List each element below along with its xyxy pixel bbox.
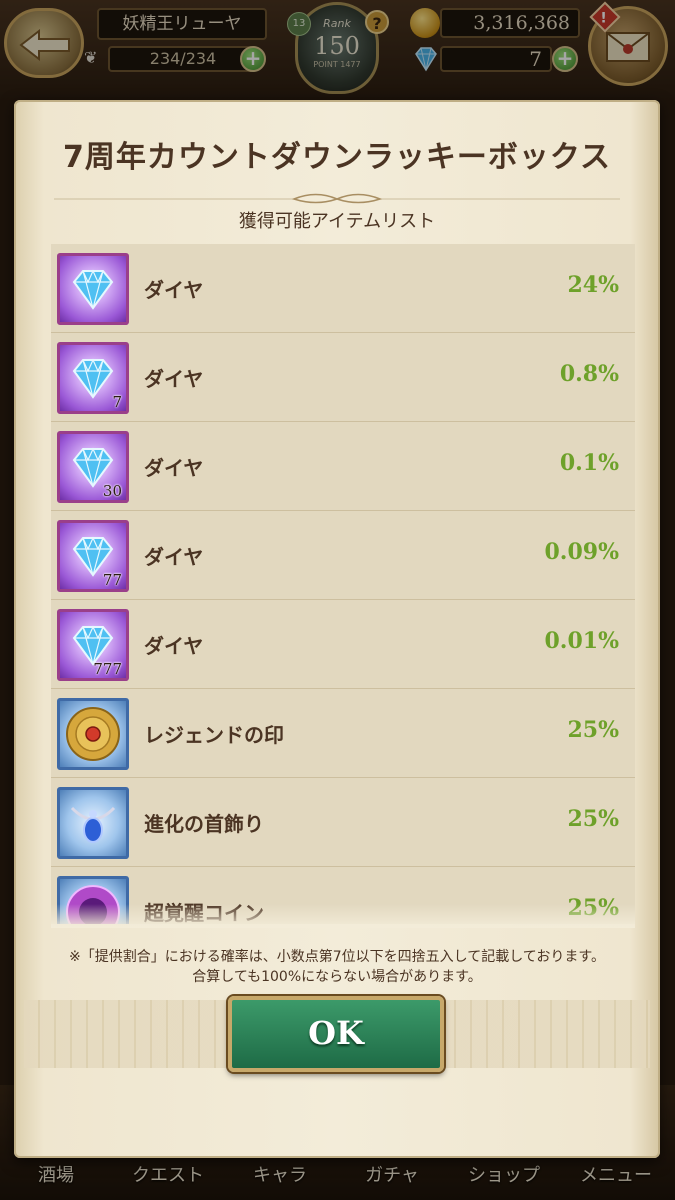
item-rate: 24%: [567, 272, 619, 298]
item-rate: 0.1%: [559, 450, 619, 476]
item-count: 77: [102, 571, 122, 589]
list-item: 77 ダイヤ 0.09%: [51, 511, 635, 600]
evolution-necklace-icon: [70, 806, 116, 843]
item-rate: 0.01%: [544, 628, 620, 654]
item-rate: 25%: [567, 806, 619, 832]
item-count: 7: [112, 393, 122, 411]
item-rate: 0.8%: [559, 361, 619, 387]
item-icon-frame: [57, 787, 129, 859]
item-name: ダイヤ: [144, 278, 204, 302]
item-count: 30: [102, 482, 122, 500]
item-name: 進化の首飾り: [144, 812, 264, 836]
item-icon-frame: 777: [57, 609, 129, 681]
list-item: 777 ダイヤ 0.01%: [51, 600, 635, 689]
item-list[interactable]: ダイヤ 24% 7 ダイヤ 0.8% 30 ダイヤ 0.1% 77 ダイヤ 0.09% 777 ダイヤ 0…: [51, 244, 635, 924]
list-item: 30 ダイヤ 0.1%: [51, 422, 635, 511]
title-divider-ornament: [54, 193, 620, 204]
dialog-title: 7周年カウントダウンラッキーボックス: [63, 140, 611, 175]
probability-notice: ※「提供割合」における確率は、小数点第7位以下を四捨五入して記載しております。 …: [44, 947, 630, 987]
item-icon-frame: 7: [57, 342, 129, 414]
legend-seal-icon: [66, 707, 120, 761]
notice-line-2: 合算しても100%にならない場合があります。: [192, 969, 482, 985]
item-name: ダイヤ: [144, 456, 204, 480]
item-name: ダイヤ: [144, 545, 204, 569]
lucky-box-dialog: 7周年カウントダウンラッキーボックス 獲得可能アイテムリスト ダイヤ 24% 7 ダイ…: [14, 100, 660, 1158]
list-fade: [51, 904, 635, 928]
list-item: 7 ダイヤ 0.8%: [51, 333, 635, 422]
item-icon-frame: 30: [57, 431, 129, 503]
item-rate: 25%: [567, 717, 619, 743]
dialog-subtitle: 獲得可能アイテムリスト: [238, 211, 436, 232]
diamond-icon: [72, 269, 114, 310]
item-icon-frame: [57, 253, 129, 325]
item-icon-frame: [57, 698, 129, 770]
item-name: ダイヤ: [144, 367, 204, 391]
list-item: 進化の首飾り 25%: [51, 778, 635, 867]
item-name: ダイヤ: [144, 634, 204, 658]
list-item: ダイヤ 24%: [51, 244, 635, 333]
ok-button[interactable]: OK: [228, 996, 444, 1072]
list-item: レジェンドの印 25%: [51, 689, 635, 778]
item-rate: 0.09%: [544, 539, 620, 565]
item-icon-frame: 77: [57, 520, 129, 592]
notice-line-1: ※「提供割合」における確率は、小数点第7位以下を四捨五入して記載しております。: [69, 949, 605, 965]
item-name: レジェンドの印: [144, 723, 284, 747]
item-count: 777: [93, 660, 122, 678]
